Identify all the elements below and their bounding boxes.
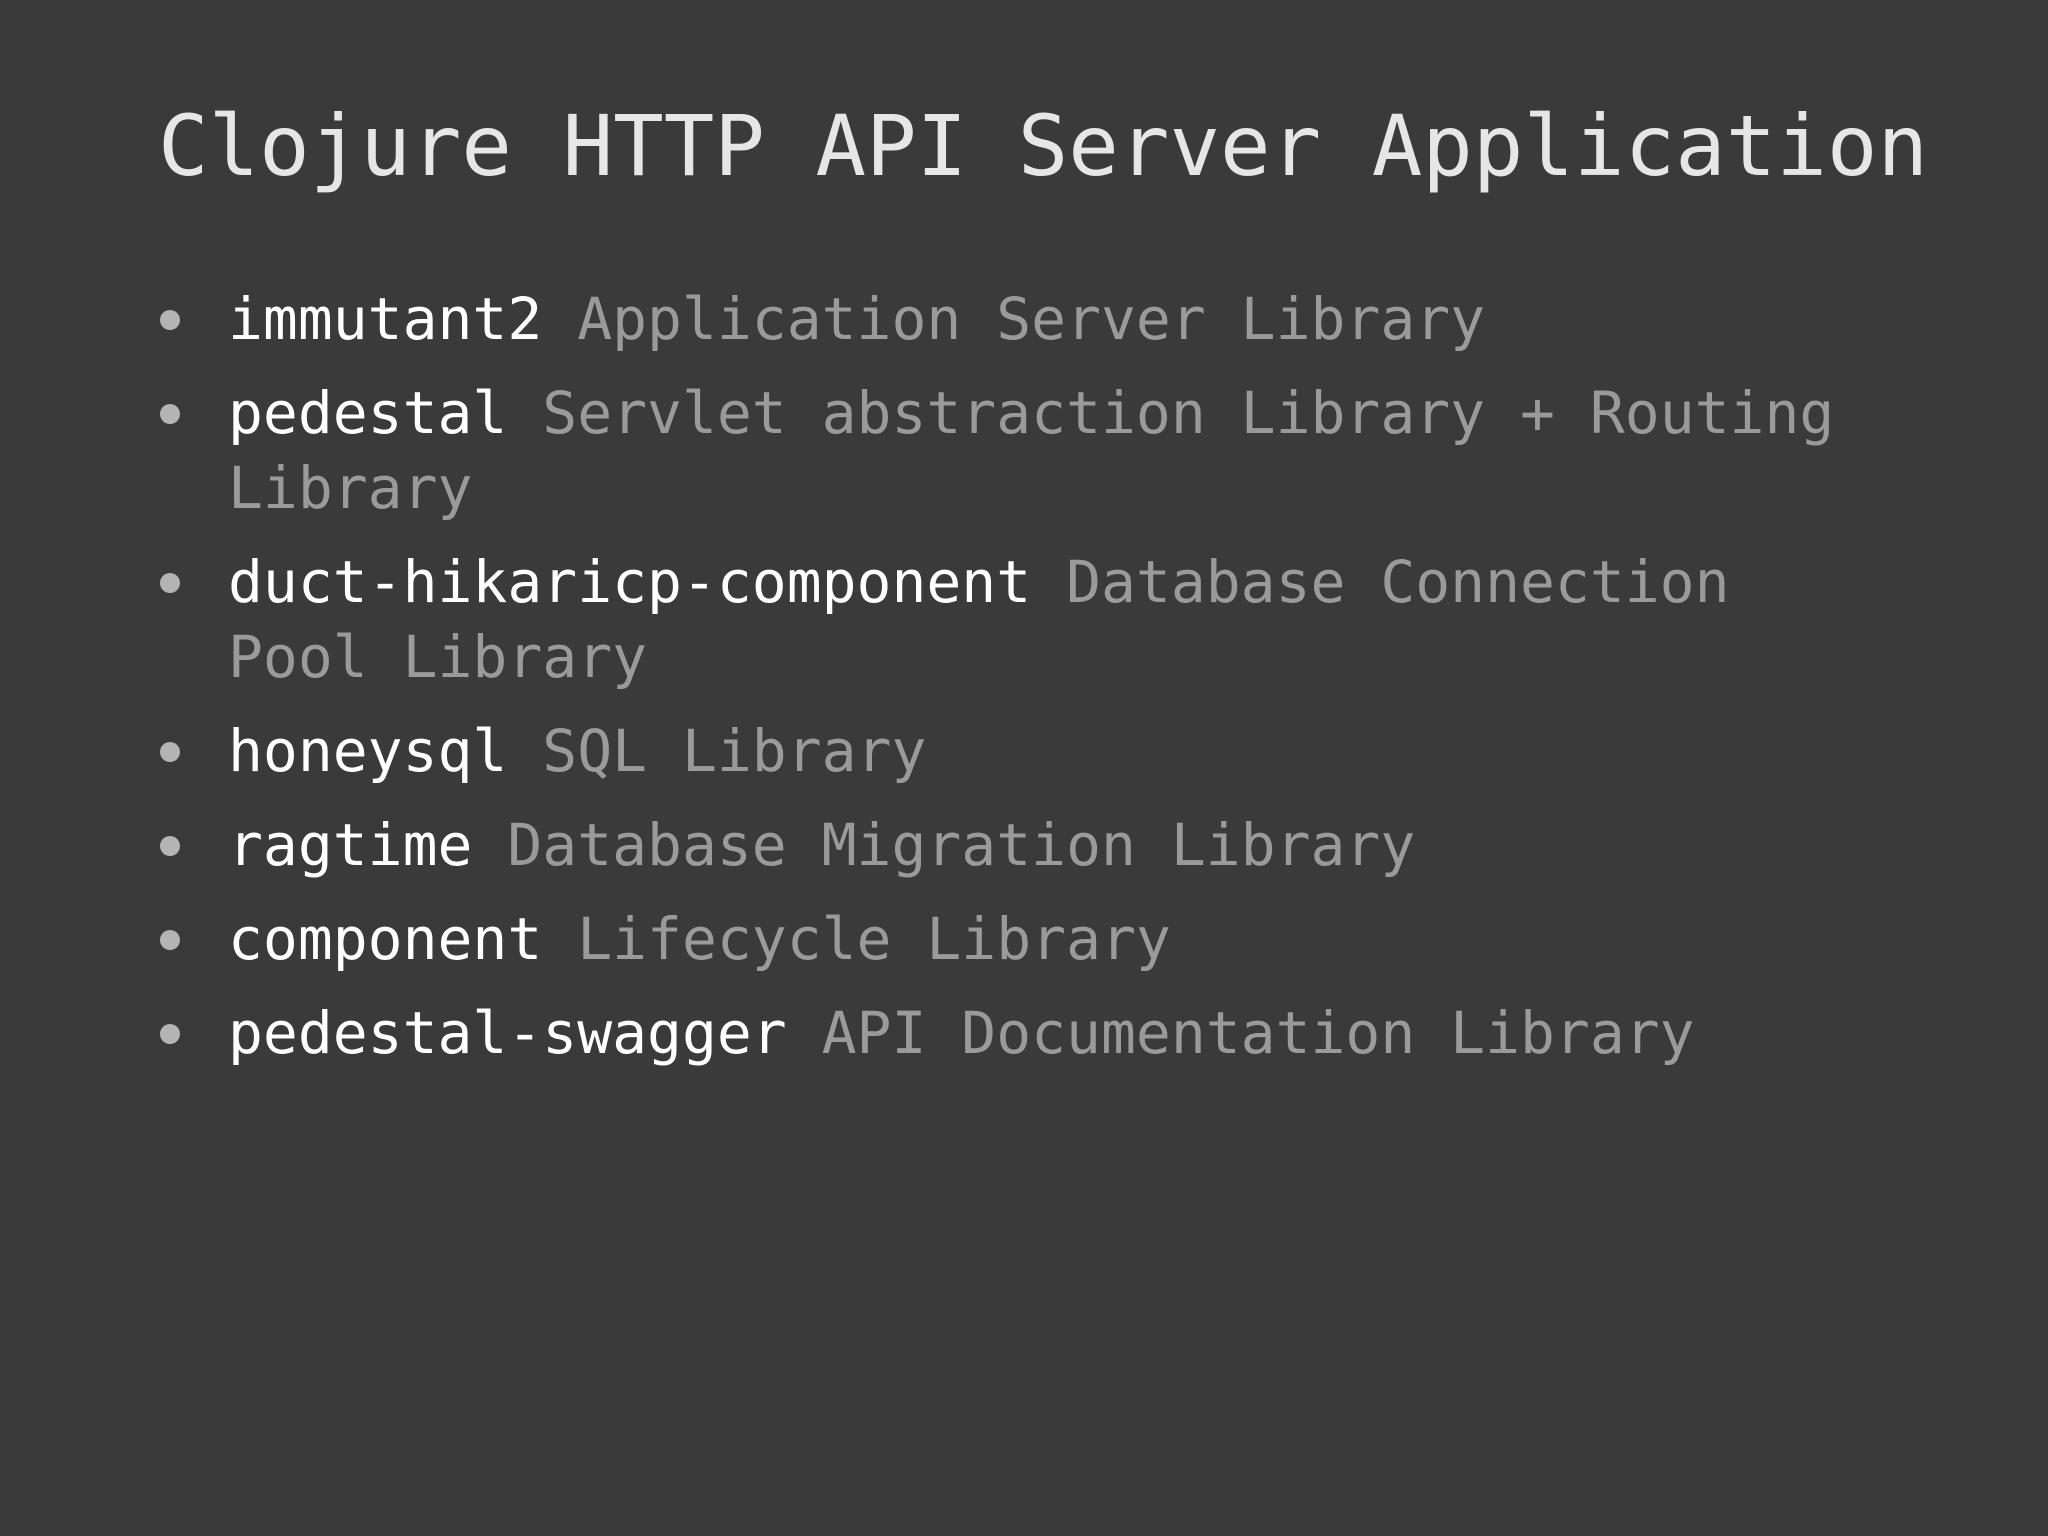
- list-item: ragtime Database Migration Library: [158, 808, 1898, 883]
- bullet-icon: [160, 836, 180, 856]
- library-description: Lifecycle Library: [577, 905, 1171, 973]
- list-item: honeysql SQL Library: [158, 714, 1898, 789]
- list-item: component Lifecycle Library: [158, 902, 1898, 977]
- library-list: immutant2 Application Server Library ped…: [158, 282, 1898, 1090]
- library-name: pedestal-swagger: [228, 999, 787, 1067]
- library-description: API Documentation Library: [821, 999, 1695, 1067]
- slide: Clojure HTTP API Server Application immu…: [0, 0, 2048, 1536]
- bullet-icon: [160, 404, 180, 424]
- list-item: immutant2 Application Server Library: [158, 282, 1898, 357]
- bullet-icon: [160, 742, 180, 762]
- list-item: duct-hikaricp-component Database Connect…: [158, 545, 1898, 695]
- library-name: ragtime: [228, 811, 473, 879]
- bullet-icon: [160, 310, 180, 330]
- library-name: duct-hikaricp-component: [228, 548, 1032, 616]
- list-item: pedestal-swagger API Documentation Libra…: [158, 996, 1898, 1071]
- library-description: Database Migration Library: [507, 811, 1416, 879]
- list-item: pedestal Servlet abstraction Library + R…: [158, 376, 1898, 526]
- library-name: pedestal: [228, 379, 508, 447]
- slide-title: Clojure HTTP API Server Application: [158, 97, 1929, 195]
- bullet-icon: [160, 930, 180, 950]
- library-description: SQL Library: [542, 717, 927, 785]
- library-name: immutant2: [228, 285, 543, 353]
- bullet-icon: [160, 573, 180, 593]
- library-name: component: [228, 905, 543, 973]
- library-description: Application Server Library: [577, 285, 1486, 353]
- library-name: honeysql: [228, 717, 508, 785]
- bullet-icon: [160, 1024, 180, 1044]
